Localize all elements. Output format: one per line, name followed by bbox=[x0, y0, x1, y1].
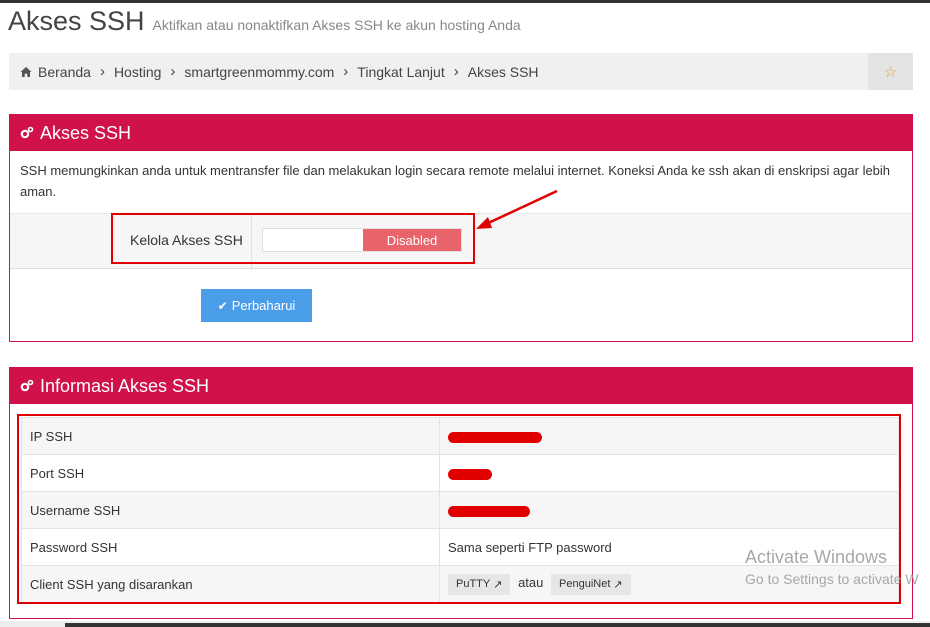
page-title: Akses SSH bbox=[8, 6, 145, 36]
breadcrumb-item-current: Akses SSH bbox=[467, 63, 539, 80]
gears-icon bbox=[20, 379, 34, 392]
home-icon bbox=[20, 66, 32, 77]
breadcrumb-item-hosting[interactable]: Hosting bbox=[114, 64, 161, 80]
chevron-right-icon: › bbox=[453, 63, 459, 80]
chevron-right-icon: › bbox=[170, 63, 176, 80]
watermark-line-1: Activate Windows bbox=[745, 547, 888, 567]
ssh-access-panel: Akses SSH SSH memungkinkan anda untuk me… bbox=[9, 114, 913, 342]
ssh-description: SSH memungkinkan anda untuk mentransfer … bbox=[20, 163, 891, 199]
panel-title: Informasi Akses SSH bbox=[40, 375, 210, 396]
watermark-line-2: Go to Settings to activate W bbox=[745, 571, 919, 587]
bottom-border-dark bbox=[65, 623, 930, 627]
windows-activation-watermark: Activate Windows Go to Settings to activ… bbox=[745, 547, 919, 587]
update-button-label: Perbaharui bbox=[231, 298, 296, 313]
bottom-border bbox=[0, 621, 930, 627]
breadcrumb: Beranda › Hosting › smartgreenmommy.com … bbox=[9, 63, 539, 80]
panel-header: Informasi Akses SSH bbox=[10, 368, 912, 404]
breadcrumb-label: Beranda bbox=[38, 63, 91, 80]
panel-header: Akses SSH bbox=[10, 115, 912, 151]
chevron-right-icon: › bbox=[343, 63, 349, 80]
gears-icon bbox=[20, 126, 34, 139]
panel-title: Akses SSH bbox=[40, 122, 132, 143]
page-subtitle: Aktifkan atau nonaktifkan Akses SSH ke a… bbox=[152, 17, 521, 33]
breadcrumb-item-advanced[interactable]: Tingkat Lanjut bbox=[357, 64, 444, 80]
breadcrumb-item-beranda[interactable]: Beranda bbox=[20, 64, 91, 80]
annotation-highlight-box bbox=[111, 213, 475, 264]
button-area: ✔ Perbaharui bbox=[10, 269, 912, 341]
annotation-arrow bbox=[476, 189, 558, 229]
breadcrumb-item-domain[interactable]: smartgreenmommy.com bbox=[184, 64, 334, 80]
star-icon: ☆ bbox=[883, 63, 898, 81]
favorite-button[interactable]: ☆ bbox=[868, 53, 913, 90]
update-button[interactable]: ✔ Perbaharui bbox=[201, 289, 312, 322]
chevron-right-icon: › bbox=[99, 63, 105, 80]
top-border bbox=[0, 0, 930, 3]
check-icon: ✔ bbox=[217, 298, 228, 313]
breadcrumb-bar: Beranda › Hosting › smartgreenmommy.com … bbox=[9, 53, 913, 90]
page-header: Akses SSH Aktifkan atau nonaktifkan Akse… bbox=[8, 6, 521, 37]
